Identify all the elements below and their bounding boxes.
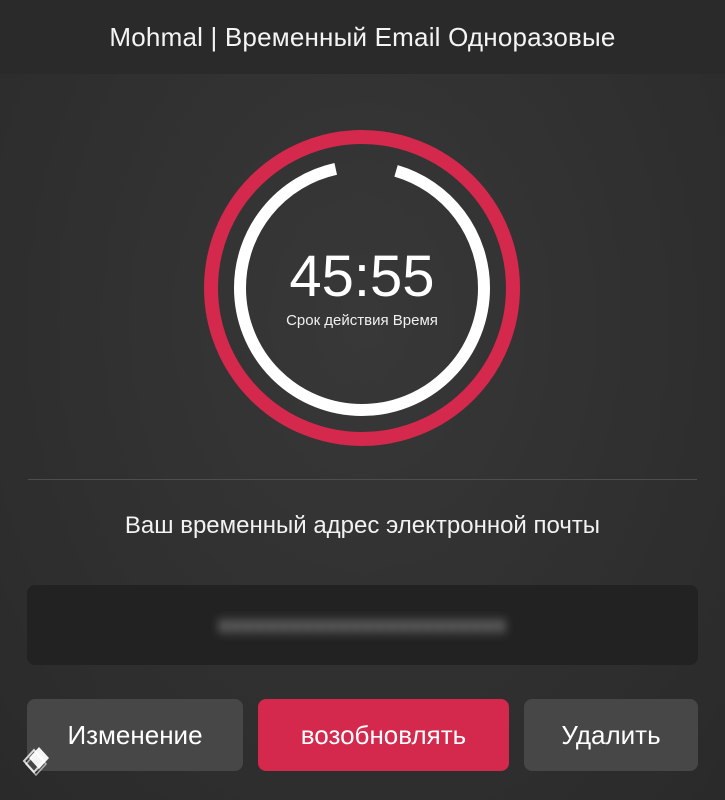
divider: [28, 479, 697, 480]
email-heading: Ваш временный адрес электронной почты: [124, 512, 601, 539]
change-button[interactable]: Изменение: [27, 699, 243, 771]
expiry-timer: 45:55 Срок действия Время: [202, 128, 522, 448]
timer-value: 45:55: [289, 244, 435, 309]
layers-logo-icon: [22, 747, 49, 777]
delete-button[interactable]: Удалить: [524, 699, 698, 771]
email-address-box[interactable]: xxxxxxxxxxxxxxxxxxxxxxxx: [27, 585, 698, 665]
app-header: Mohmal | Временный Email Одноразовые: [0, 0, 725, 74]
email-address[interactable]: xxxxxxxxxxxxxxxxxxxxxxxx: [219, 612, 507, 638]
renew-button[interactable]: возобновлять: [258, 699, 509, 771]
timer-label: Срок действия Время: [286, 312, 438, 329]
page-title: Mohmal | Временный Email Одноразовые: [109, 21, 616, 52]
page: Mohmal | Временный Email Одноразовые 45:…: [0, 0, 725, 800]
